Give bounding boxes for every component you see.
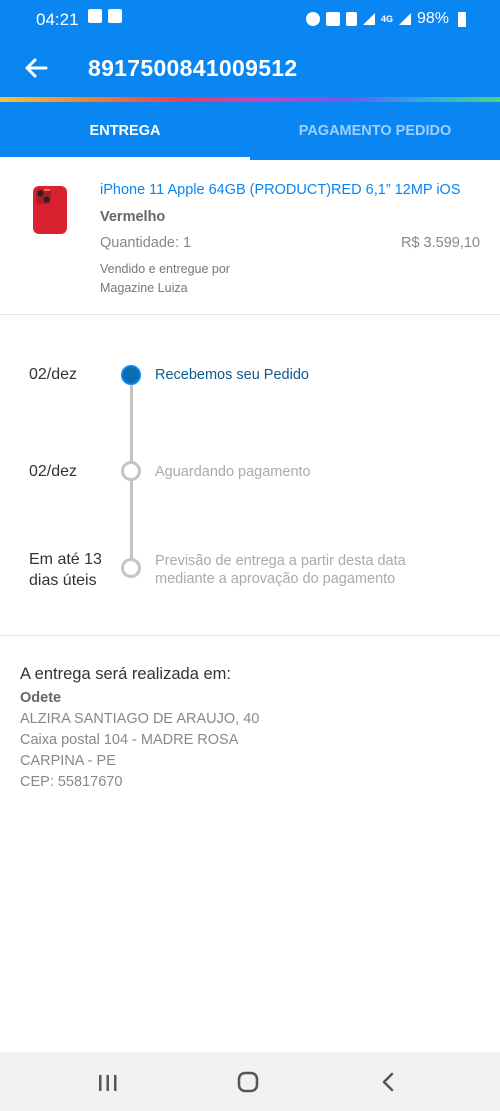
sold-by-label: Vendido e entregue por xyxy=(100,262,230,276)
alarm-icon xyxy=(305,12,320,26)
address-cep: CEP: 55817670 xyxy=(20,774,123,790)
address-heading: A entrega será realizada em: xyxy=(20,665,231,683)
network-type: 4G xyxy=(380,14,393,24)
timeline-label-estimate: Previsão de entrega a partir desta data … xyxy=(155,552,406,588)
battery-percent: 98% xyxy=(416,10,449,27)
notification-icons xyxy=(88,9,122,23)
home-button[interactable] xyxy=(228,1062,268,1102)
label-line-2: mediante a aprovação do pagamento xyxy=(155,571,396,587)
app-bar: 8917500841009512 xyxy=(0,40,500,98)
delivery-address: A entrega será realizada em: Odete ALZIR… xyxy=(20,665,480,793)
seller-name: Magazine Luiza xyxy=(100,281,188,295)
arrow-left-icon xyxy=(25,58,48,78)
timeline-date: 02/dez xyxy=(29,463,78,480)
order-number-title: 8917500841009512 xyxy=(88,55,298,81)
date-line-2: dias úteis xyxy=(29,572,97,589)
mute-icon xyxy=(325,12,340,26)
timeline-label: Aguardando pagamento xyxy=(155,464,311,480)
system-icons: 4G 98% xyxy=(305,10,466,28)
timeline-dot-pending xyxy=(121,461,141,481)
lock-icon xyxy=(345,12,357,26)
system-nav-bar xyxy=(0,1052,500,1111)
product-name[interactable]: iPhone 11 Apple 64GB (PRODUCT)RED 6,1” 1… xyxy=(100,182,461,198)
product-image xyxy=(33,186,67,234)
product-quantity: Quantidade: 1 xyxy=(100,235,192,251)
label-line-1: Previsão de entrega a partir desta data xyxy=(155,553,406,569)
nav-back-button[interactable] xyxy=(368,1062,408,1102)
chevron-left-icon xyxy=(382,1072,394,1092)
tab-entrega[interactable]: ENTREGA xyxy=(0,102,250,160)
gallery-icon xyxy=(108,9,122,23)
recent-apps-icon xyxy=(99,1075,117,1091)
notification-icon xyxy=(88,9,102,23)
recipient-name: Odete xyxy=(20,690,62,706)
address-complement: Caixa postal 104 - MADRE ROSA xyxy=(20,732,239,748)
timeline-dot-pending xyxy=(121,558,141,578)
product-price: R$ 3.599,10 xyxy=(400,235,480,251)
timeline-date-estimate: Em até 13 dias úteis xyxy=(29,549,102,591)
signal-icon xyxy=(362,13,375,25)
status-time: 04:21 xyxy=(36,10,79,29)
battery-icon xyxy=(458,11,466,27)
timeline-label: Recebemos seu Pedido xyxy=(155,367,309,383)
signal-icon-2 xyxy=(398,13,411,25)
delivery-timeline: 02/dez Recebemos seu Pedido 02/dez Aguar… xyxy=(0,315,500,636)
product-card[interactable]: iPhone 11 Apple 64GB (PRODUCT)RED 6,1” 1… xyxy=(0,160,500,315)
address-street: ALZIRA SANTIAGO DE ARAUJO, 40 xyxy=(20,711,260,727)
product-color: Vermelho xyxy=(100,209,166,225)
back-button[interactable] xyxy=(20,52,52,84)
recents-button[interactable] xyxy=(88,1062,128,1102)
tab-pagamento-pedido[interactable]: PAGAMENTO PEDIDO xyxy=(250,102,500,160)
tab-bar: ENTREGA PAGAMENTO PEDIDO xyxy=(0,102,500,160)
product-seller: Vendido e entregue por Magazine Luiza xyxy=(100,260,230,298)
home-icon xyxy=(237,1071,259,1093)
date-line-1: Em até 13 xyxy=(29,551,102,568)
address-city: CARPINA - PE xyxy=(20,753,116,769)
timeline-dot-done xyxy=(121,365,141,385)
status-bar: 04:21 4G 98% xyxy=(0,0,500,40)
timeline-date: 02/dez xyxy=(29,366,78,383)
